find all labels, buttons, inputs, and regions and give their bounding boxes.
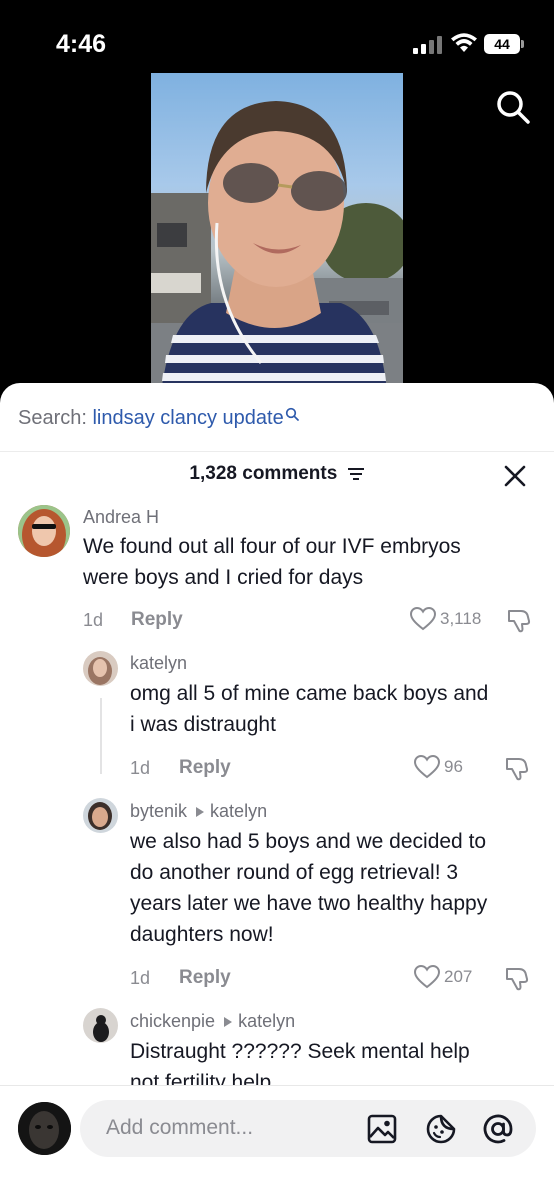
comment-text: We found out all four of our IVF embryos… bbox=[83, 531, 461, 593]
mention-icon[interactable] bbox=[482, 1113, 514, 1145]
avatar-image bbox=[18, 505, 70, 557]
comment-text: omg all 5 of mine came back boys and i w… bbox=[130, 678, 488, 740]
status-time: 4:46 bbox=[56, 30, 107, 58]
comment-text-line: not fertility help bbox=[130, 1071, 272, 1086]
comment-username[interactable]: Andrea H bbox=[83, 507, 159, 528]
comment-username[interactable]: katelyn bbox=[130, 653, 187, 674]
comment-text-line: we also had 5 boys and we decided to bbox=[130, 830, 487, 853]
comment-text: we also had 5 boys and we decided to do … bbox=[130, 826, 487, 950]
avatar[interactable] bbox=[83, 1008, 118, 1043]
comments-header: 1,328 comments bbox=[0, 463, 554, 491]
dislike-icon[interactable] bbox=[506, 607, 532, 633]
battery-level: 44 bbox=[484, 34, 520, 54]
divider bbox=[0, 451, 554, 452]
comment-age: 1d bbox=[130, 758, 151, 778]
search-small-icon bbox=[285, 407, 299, 421]
reply-author[interactable]: chickenpie bbox=[130, 1011, 215, 1031]
reply-arrow-icon bbox=[196, 807, 205, 818]
filter-icon[interactable] bbox=[347, 467, 365, 481]
avatar[interactable] bbox=[83, 798, 118, 833]
comment-text-line: do another round of egg retrieval! 3 bbox=[130, 861, 459, 884]
comment-username[interactable]: bytenik katelyn bbox=[130, 801, 267, 822]
reply-target[interactable]: katelyn bbox=[210, 801, 267, 821]
cellular-signal-icon bbox=[413, 36, 442, 54]
wifi-icon bbox=[451, 33, 477, 52]
thread-line bbox=[100, 698, 102, 774]
battery-nub bbox=[521, 40, 524, 48]
reply-button[interactable]: Reply bbox=[131, 609, 183, 631]
search-suggestion[interactable]: Search: lindsay clancy update bbox=[18, 407, 299, 430]
battery-icon: 44 bbox=[484, 34, 524, 54]
comment-composer: Add comment... bbox=[0, 1085, 554, 1199]
avatar-image bbox=[18, 1102, 71, 1155]
avatar[interactable] bbox=[83, 651, 118, 686]
avatar-image bbox=[83, 798, 118, 833]
like-button[interactable]: 96 bbox=[414, 755, 463, 779]
comment-text-line: were boys and I cried for days bbox=[83, 566, 364, 589]
comment-text-line: Distraught ?????? Seek mental help bbox=[130, 1040, 470, 1063]
like-button[interactable]: 3,118 bbox=[410, 607, 481, 631]
search-query[interactable]: lindsay clancy update bbox=[92, 407, 283, 429]
video-frame bbox=[151, 101, 403, 393]
dislike-icon[interactable] bbox=[504, 755, 530, 781]
comment-count: 1,328 comments bbox=[189, 463, 338, 484]
dislike-icon[interactable] bbox=[504, 965, 530, 991]
comment-input[interactable]: Add comment... bbox=[80, 1100, 536, 1157]
search-icon[interactable] bbox=[494, 88, 532, 126]
reply-author[interactable]: bytenik bbox=[130, 801, 187, 821]
comment-username[interactable]: chickenpie katelyn bbox=[130, 1011, 295, 1032]
comment-input-placeholder: Add comment... bbox=[106, 1116, 254, 1139]
image-icon[interactable] bbox=[366, 1113, 398, 1145]
comment-text: Distraught ?????? Seek mental help not f… bbox=[130, 1036, 470, 1086]
avatar-image bbox=[83, 1008, 118, 1043]
comment-text-line: i was distraught bbox=[130, 713, 276, 736]
like-count: 96 bbox=[444, 757, 463, 776]
current-user-avatar[interactable] bbox=[18, 1102, 71, 1155]
comments-sheet: Search: lindsay clancy update 1,328 comm… bbox=[0, 383, 554, 1199]
reply-arrow-icon bbox=[224, 1017, 233, 1028]
comment-list[interactable]: Andrea H We found out all four of our IV… bbox=[0, 503, 554, 1086]
heart-icon bbox=[414, 755, 440, 779]
comment-age: 1d bbox=[130, 968, 151, 988]
close-icon[interactable] bbox=[503, 464, 527, 488]
emoji-sticker-icon[interactable] bbox=[425, 1113, 457, 1145]
like-count: 3,118 bbox=[440, 609, 482, 628]
like-count: 207 bbox=[444, 967, 473, 986]
search-label: Search: bbox=[18, 407, 93, 429]
avatar[interactable] bbox=[18, 505, 70, 557]
avatar-image bbox=[83, 651, 118, 686]
reply-target[interactable]: katelyn bbox=[238, 1011, 295, 1031]
comment-text-line: years later we have two healthy happy bbox=[130, 892, 488, 915]
reply-button[interactable]: Reply bbox=[179, 967, 231, 989]
comment-age: 1d bbox=[83, 610, 104, 630]
comment-text-line: We found out all four of our IVF embryos bbox=[83, 535, 461, 558]
reply-button[interactable]: Reply bbox=[179, 757, 231, 779]
status-bar: 4:46 44 bbox=[0, 0, 554, 70]
heart-icon bbox=[410, 607, 436, 631]
video-player[interactable] bbox=[151, 73, 403, 393]
comment-text-line: daughters now! bbox=[130, 923, 274, 946]
heart-icon bbox=[414, 965, 440, 989]
like-button[interactable]: 207 bbox=[414, 965, 472, 989]
comment-text-line: omg all 5 of mine came back boys and bbox=[130, 682, 489, 705]
